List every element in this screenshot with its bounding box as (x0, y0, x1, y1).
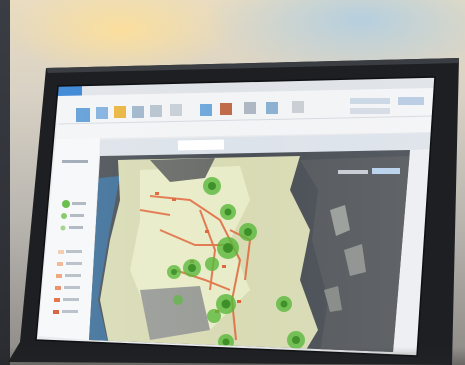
monitor (8, 58, 459, 365)
desk-shadow (0, 347, 465, 365)
screen-glare (36, 77, 435, 356)
screen (36, 77, 435, 356)
photo-scene (0, 0, 465, 365)
